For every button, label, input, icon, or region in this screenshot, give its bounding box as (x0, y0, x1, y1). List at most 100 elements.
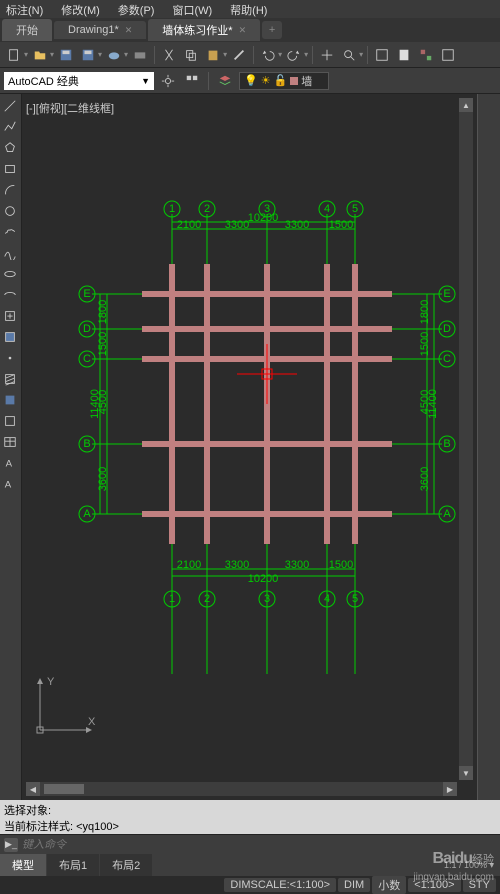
workspace-toolbar: AutoCAD 经典▼ 💡 ☀ 🔓 墙 (0, 68, 500, 94)
polygon-icon[interactable] (0, 138, 20, 158)
menu-bar: 标注(N) 修改(M) 参数(P) 窗口(W) 帮助(H) (0, 0, 500, 18)
ellipse-icon[interactable] (0, 264, 20, 284)
vertical-scrollbar[interactable]: ▲▼ (459, 98, 473, 780)
ucs-icon: Y X (30, 670, 100, 740)
cut-icon[interactable] (159, 45, 179, 65)
svg-text:1800: 1800 (97, 300, 109, 324)
status-chip[interactable]: 小数 (372, 876, 406, 894)
layer-name: 墙 (301, 73, 312, 89)
svg-text:4: 4 (324, 203, 330, 215)
svg-text:5: 5 (352, 203, 358, 215)
svg-text:1500: 1500 (329, 559, 353, 571)
layout-tab[interactable]: 布局1 (47, 854, 99, 876)
close-icon[interactable]: ✕ (125, 25, 133, 36)
saveas-icon[interactable] (78, 45, 98, 65)
menu-item[interactable]: 参数(P) (118, 2, 155, 16)
save-icon[interactable] (56, 45, 76, 65)
workspace-icon[interactable] (182, 71, 202, 91)
sheet-icon[interactable] (394, 45, 414, 65)
point-icon[interactable] (0, 348, 20, 368)
tool-icon[interactable] (416, 45, 436, 65)
addselected-icon[interactable]: A (0, 474, 20, 494)
command-prompt-icon[interactable]: ▶_ (4, 838, 18, 852)
undo-icon[interactable] (258, 45, 278, 65)
hatch-icon[interactable] (0, 369, 20, 389)
draw-toolbar: A A (0, 94, 22, 800)
svg-text:3300: 3300 (225, 559, 249, 571)
pan-icon[interactable] (317, 45, 337, 65)
svg-text:3: 3 (264, 593, 270, 605)
menu-item[interactable]: 帮助(H) (230, 2, 267, 16)
new-tab-button[interactable]: + (262, 21, 282, 39)
insert-block-icon[interactable] (0, 306, 20, 326)
svg-text:1: 1 (169, 203, 175, 215)
properties-icon[interactable] (372, 45, 392, 65)
status-chip[interactable]: STY (463, 878, 496, 892)
matchprop-icon[interactable] (229, 45, 249, 65)
status-chip[interactable]: DIMSCALE:<1:100> (224, 878, 336, 892)
svg-text:B: B (83, 438, 90, 450)
svg-text:C: C (83, 353, 91, 365)
floor-plan-drawing: 1 2 3 4 5 1 2 3 4 5 E D C B A E D (52, 194, 482, 694)
svg-text:B: B (443, 438, 450, 450)
layer-manager-icon[interactable] (215, 71, 235, 91)
line-icon[interactable] (0, 96, 20, 116)
rectangle-icon[interactable] (0, 159, 20, 179)
svg-text:X: X (88, 716, 96, 728)
menu-item[interactable]: 标注(N) (6, 2, 43, 16)
make-block-icon[interactable] (0, 327, 20, 347)
start-tab[interactable]: 开始 (2, 19, 52, 41)
region-icon[interactable] (0, 411, 20, 431)
circle-icon[interactable] (0, 201, 20, 221)
open-icon[interactable] (30, 45, 50, 65)
new-icon[interactable] (4, 45, 24, 65)
workspace-combo[interactable]: AutoCAD 经典▼ (4, 72, 154, 90)
status-bar: DIMSCALE:<1:100> DIM 小数 <1:100> STY (0, 876, 500, 894)
svg-text:1800: 1800 (419, 300, 431, 324)
command-input-row: ▶_ (0, 834, 500, 854)
command-line: 选择对象: (4, 802, 496, 818)
ellipse-arc-icon[interactable] (0, 285, 20, 305)
horizontal-scrollbar[interactable]: ◀▶ (26, 782, 457, 796)
spline-icon[interactable] (0, 243, 20, 263)
gear-icon[interactable] (158, 71, 178, 91)
plot-icon[interactable] (130, 45, 150, 65)
svg-text:3600: 3600 (97, 467, 109, 491)
command-line: 当前标注样式: <yq100> (4, 818, 496, 834)
svg-text:5: 5 (352, 593, 358, 605)
svg-text:3300: 3300 (285, 559, 309, 571)
command-input[interactable] (22, 839, 496, 851)
drawing-canvas[interactable]: [-][俯视][二维线框] (22, 94, 478, 800)
cloud-icon[interactable] (104, 45, 124, 65)
polyline-icon[interactable] (0, 117, 20, 137)
svg-text:3300: 3300 (225, 219, 249, 231)
lock-icon: 🔓 (274, 74, 288, 87)
layout-tab[interactable]: 布局2 (100, 854, 152, 876)
arc-icon[interactable] (0, 180, 20, 200)
drawing-tab[interactable]: 墙体练习作业*✕ (148, 19, 260, 41)
svg-text:A: A (83, 508, 91, 520)
copy-icon[interactable] (181, 45, 201, 65)
menu-item[interactable]: 窗口(W) (172, 2, 212, 16)
redo-icon[interactable] (284, 45, 304, 65)
model-tab[interactable]: 模型 (0, 854, 46, 876)
tool-icon[interactable] (438, 45, 458, 65)
svg-text:10200: 10200 (248, 212, 279, 224)
revcloud-icon[interactable] (0, 222, 20, 242)
gradient-icon[interactable] (0, 390, 20, 410)
table-icon[interactable] (0, 432, 20, 452)
status-chip[interactable]: <1:100> (408, 878, 460, 892)
svg-text:A: A (443, 508, 451, 520)
status-chip[interactable]: DIM (338, 878, 370, 892)
viewport-label[interactable]: [-][俯视][二维线框] (26, 100, 114, 116)
close-icon[interactable]: ✕ (239, 25, 247, 36)
document-tabs: 开始 Drawing1*✕ 墙体练习作业*✕ + (0, 18, 500, 42)
command-history: 选择对象: 当前标注样式: <yq100> (0, 800, 500, 834)
paste-icon[interactable] (203, 45, 223, 65)
zoom-icon[interactable] (339, 45, 359, 65)
drawing-tab[interactable]: Drawing1*✕ (54, 21, 146, 39)
mtext-icon[interactable]: A (0, 453, 20, 473)
svg-text:D: D (443, 323, 451, 335)
layer-combo[interactable]: 💡 ☀ 🔓 墙 (239, 72, 329, 90)
menu-item[interactable]: 修改(M) (61, 2, 100, 16)
